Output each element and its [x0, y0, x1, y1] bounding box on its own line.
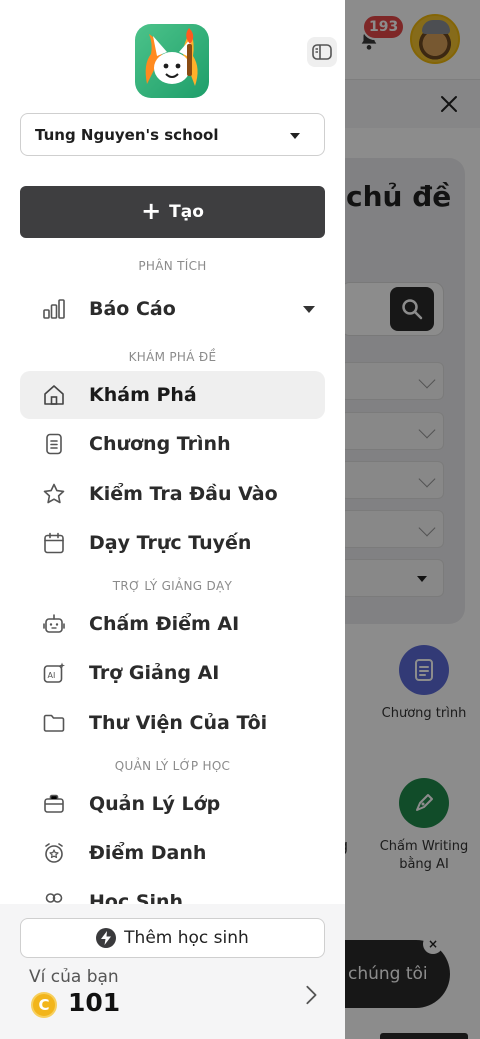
alarm-star-icon: [45, 843, 63, 863]
nav-label: Điểm Danh: [89, 842, 207, 864]
nav-label: Báo Cáo: [89, 298, 176, 320]
app-logo[interactable]: [135, 24, 209, 98]
ai-sparkle-icon: AI: [43, 662, 65, 683]
nav-label: Khám Phá: [89, 384, 197, 406]
school-name: Tung Nguyen's school: [35, 125, 219, 144]
nav-item-my-library[interactable]: Thư Viện Của Tôi: [20, 699, 325, 747]
wallet-label: Ví của bạn: [29, 967, 119, 987]
create-button[interactable]: + Tạo: [20, 186, 325, 238]
bar-chart-icon: [43, 299, 65, 319]
nav-item-class-manage[interactable]: Quản Lý Lớp: [20, 780, 325, 828]
briefcase-icon: [44, 794, 64, 813]
navigation-drawer: Tung Nguyen's school + Tạo PHÂN TÍCH Báo…: [0, 0, 345, 1039]
nav-label: Chương Trình: [89, 433, 231, 455]
caret-down-icon: [290, 133, 300, 139]
star-icon: [43, 483, 65, 504]
svg-text:AI: AI: [48, 671, 56, 680]
lightning-icon: [96, 928, 117, 948]
collapse-sidebar-button[interactable]: [307, 37, 337, 67]
section-label-explore: KHÁM PHÁ ĐỀ: [128, 350, 217, 364]
nav-label: Chấm Điểm AI: [89, 613, 240, 635]
robot-icon: [43, 614, 65, 633]
folder-icon: [43, 714, 65, 732]
nav-item-online-teaching[interactable]: Dạy Trực Tuyến: [20, 519, 325, 567]
nav-label: Dạy Trực Tuyến: [89, 532, 252, 554]
section-label-teaching-assistant: TRỢ LÝ GIẢNG DẠY: [112, 579, 233, 593]
add-student-button[interactable]: Thêm học sinh: [20, 918, 325, 958]
nav-item-explore[interactable]: Khám Phá: [20, 371, 325, 419]
chevron-right-icon[interactable]: [300, 984, 322, 1006]
nav-item-placement-test[interactable]: Kiểm Tra Đầu Vào: [20, 470, 325, 518]
nav-label: Kiểm Tra Đầu Vào: [89, 483, 278, 505]
plus-icon: +: [141, 197, 162, 225]
fox-mascot-icon: [145, 28, 198, 86]
nav-label: Thư Viện Của Tôi: [89, 712, 268, 734]
calendar-icon: [44, 532, 64, 554]
nav-item-ai-assistant[interactable]: AI Trợ Giảng AI: [20, 649, 325, 697]
section-label-class-management: QUẢN LÝ LỚP HỌC: [114, 759, 231, 773]
wallet-balance: 101: [68, 988, 121, 1017]
home-icon: [44, 385, 64, 405]
section-label-analytics: PHÂN TÍCH: [138, 259, 207, 273]
create-label: Tạo: [169, 202, 204, 222]
sidebar-toggle-icon: [312, 44, 332, 60]
coin-icon: C: [31, 992, 57, 1018]
document-icon: [46, 433, 62, 455]
nav-label: Quản Lý Lớp: [89, 793, 221, 815]
nav-item-ai-grading[interactable]: Chấm Điểm AI: [20, 600, 325, 648]
caret-down-icon[interactable]: [303, 306, 315, 313]
add-student-label: Thêm học sinh: [124, 928, 249, 948]
nav-item-attendance[interactable]: Điểm Danh: [20, 829, 325, 877]
nav-label: Trợ Giảng AI: [89, 662, 220, 684]
nav-item-reports[interactable]: Báo Cáo: [20, 285, 325, 333]
nav-item-program[interactable]: Chương Trình: [20, 420, 325, 468]
school-selector[interactable]: Tung Nguyen's school: [20, 113, 325, 156]
